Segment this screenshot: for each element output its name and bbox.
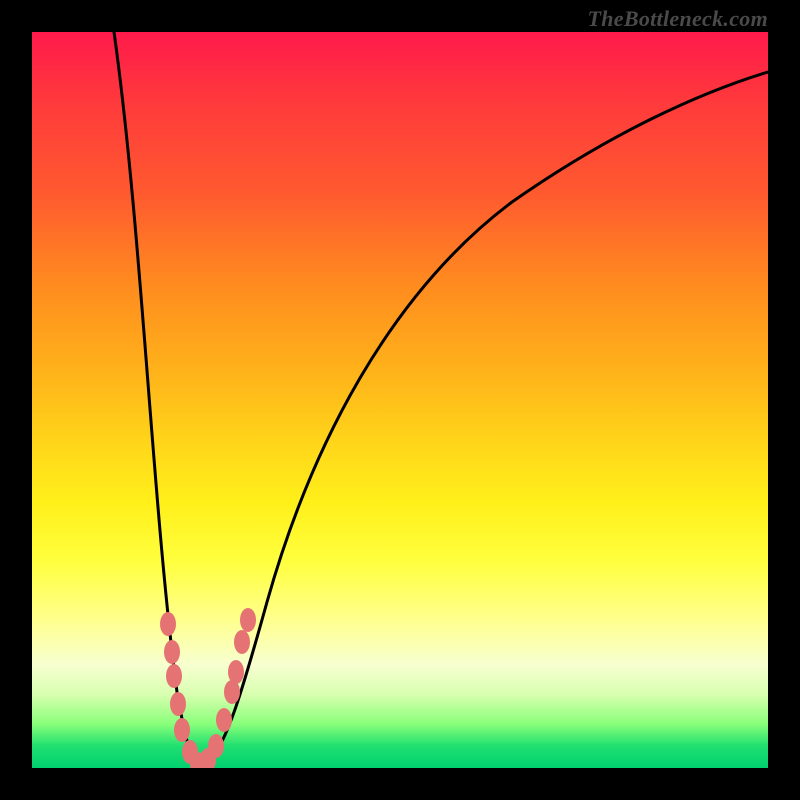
bottleneck-curve [114,32,768,766]
chart-frame: TheBottleneck.com [0,0,800,800]
curve-dot [174,718,190,742]
curve-dot [166,664,182,688]
watermark-text: TheBottleneck.com [588,6,768,32]
curve-dot [164,640,180,664]
curve-dot [228,660,244,684]
curve-dot [216,708,232,732]
curve-dot [160,612,176,636]
chart-curve-layer [32,32,768,768]
curve-dot [170,692,186,716]
curve-dot [240,608,256,632]
curve-dot [208,734,224,758]
curve-dot [234,630,250,654]
